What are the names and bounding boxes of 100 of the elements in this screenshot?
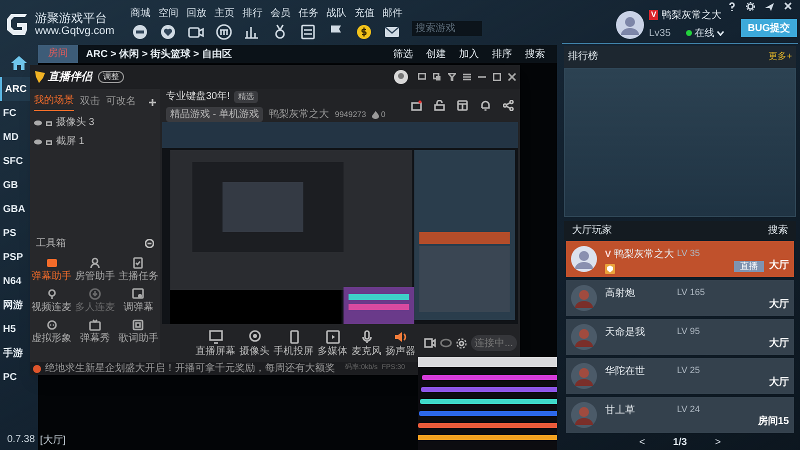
player-location: 房间15 — [758, 414, 789, 430]
close-icon[interactable] — [508, 73, 516, 81]
sidebar-item[interactable]: FC — [0, 101, 30, 125]
sidebar-item[interactable]: GBA — [0, 197, 30, 221]
category-tag[interactable]: 精品游戏 - 单机游戏 — [166, 107, 263, 122]
sidebar-item[interactable]: GB — [0, 173, 30, 197]
sidebar-item[interactable]: PS — [0, 221, 30, 245]
player-row[interactable]: 天命是我 LV 95 大厅 — [566, 319, 794, 356]
layout-icon[interactable] — [457, 100, 468, 111]
nav-link[interactable]: 会员 — [270, 8, 290, 20]
sidebar-item[interactable]: H5 — [0, 317, 30, 341]
player-name: 高射炮 — [605, 286, 635, 302]
unlock-icon[interactable] — [434, 100, 445, 111]
video-camera-icon[interactable] — [188, 24, 204, 40]
card-icon[interactable] — [300, 24, 316, 40]
home-icon[interactable] — [10, 55, 28, 71]
record-icon[interactable] — [424, 338, 436, 348]
sidebar-item[interactable]: N64 — [0, 269, 30, 293]
nav-link[interactable]: 充值 — [354, 8, 374, 20]
search-field[interactable]: 搜索游戏 — [412, 21, 482, 36]
nav-link[interactable]: 邮件 — [382, 8, 402, 20]
copy-icon[interactable] — [433, 73, 441, 81]
nav-link[interactable]: 排行 — [242, 8, 262, 20]
tool-button[interactable]: 视频连麦 — [30, 288, 74, 313]
tool-button[interactable]: 弹幕助手 — [30, 257, 74, 282]
monitor-icon — [208, 330, 223, 344]
nav-link[interactable]: 战队 — [326, 8, 346, 20]
previous-page-button[interactable]: < — [639, 435, 646, 450]
scene-tab[interactable]: 双击 — [80, 94, 100, 110]
player-row[interactable]: 高射炮 LV 165 大厅 — [566, 280, 794, 316]
coin-icon[interactable] — [356, 24, 372, 40]
toolbar-button[interactable]: 创建 — [426, 46, 446, 62]
nav-link[interactable]: 商城 — [130, 8, 150, 20]
maximize-icon[interactable] — [493, 73, 501, 81]
sidebar-item[interactable]: 网游 — [0, 293, 30, 317]
sidebar-item[interactable]: PC — [0, 365, 30, 389]
tool-button[interactable]: 房管助手 — [73, 257, 117, 282]
mail-icon[interactable] — [384, 24, 400, 40]
microphone-icon — [46, 288, 58, 300]
tool-button[interactable]: 虚拟形象 — [30, 319, 74, 344]
sidebar-item[interactable]: ARC — [0, 77, 30, 101]
plane-icon[interactable] — [765, 2, 774, 11]
tool-button[interactable]: 主播任务 — [116, 257, 160, 282]
next-page-button[interactable]: > — [714, 435, 721, 450]
message-icon[interactable] — [418, 73, 426, 81]
control-button[interactable]: 麦克风 — [352, 330, 382, 356]
popularity-count: 0 — [381, 108, 386, 120]
nav-link[interactable]: 回放 — [186, 8, 206, 20]
control-button[interactable]: 扬声器 — [386, 330, 416, 356]
close-icon[interactable] — [784, 2, 792, 10]
tool-button[interactable]: 调弹幕 — [116, 288, 160, 313]
sidebar-item[interactable]: PSP — [0, 245, 30, 269]
sidebar-item[interactable]: MD — [0, 125, 30, 149]
notice-text: 绝地求生新星企划盛大开启！开播可拿千元奖励，每周还有大额奖 — [45, 362, 335, 376]
player-level: LV 95 — [677, 325, 700, 338]
share-icon[interactable] — [503, 100, 514, 111]
filter-icon[interactable] — [448, 73, 456, 81]
source-item[interactable]: 截屏 1 — [56, 134, 84, 149]
section-title: 工具箱 — [36, 237, 66, 251]
toolbar-button[interactable]: 搜索 — [525, 46, 545, 62]
badge-icon[interactable] — [132, 24, 148, 40]
toolbar-button[interactable]: 排序 — [492, 46, 512, 62]
player-location: 大厅 — [769, 376, 789, 390]
control-button[interactable]: 多媒体 — [318, 330, 348, 356]
menu-icon[interactable] — [463, 73, 471, 81]
gift-icon[interactable] — [411, 100, 422, 111]
nav-link[interactable]: 空间 — [158, 8, 178, 20]
settings-icon[interactable] — [746, 2, 755, 11]
add-icon[interactable] — [149, 98, 156, 106]
toolbar-button[interactable]: 筛选 — [393, 46, 413, 62]
control-button[interactable]: 手机投屏 — [274, 330, 314, 356]
settings-icon[interactable] — [456, 338, 467, 348]
square-icon — [132, 319, 144, 331]
scene-tab[interactable]: 可改名 — [106, 94, 136, 110]
nav-link[interactable]: 任务 — [298, 8, 318, 20]
tool-button[interactable]: 弹幕秀 — [73, 319, 117, 344]
minimize-icon[interactable] — [478, 73, 486, 81]
status-dropdown[interactable]: 在线 — [694, 26, 724, 41]
scene-tab[interactable]: 我的场景 — [34, 93, 74, 111]
source-item[interactable]: 摄像头 3 — [56, 115, 94, 130]
control-button[interactable]: 直播屏幕 — [196, 330, 236, 356]
player-row[interactable]: 华陀在世 LV 25 大厅 — [566, 358, 794, 394]
bell-icon[interactable] — [480, 100, 491, 111]
search-button[interactable]: 搜索 — [768, 223, 788, 238]
help-icon[interactable] — [728, 2, 736, 11]
play-icon — [326, 330, 340, 344]
player-row[interactable]: V 鸭梨灰常之大 LV 35 直播 大厅 — [566, 241, 794, 278]
player-level: LV 25 — [677, 364, 700, 378]
sidebar-item[interactable]: SFC — [0, 149, 30, 173]
player-row[interactable]: 甘丄草 LV 24 房间15 — [566, 397, 794, 434]
bar-chart-icon[interactable] — [244, 24, 260, 40]
avatar-icon[interactable] — [394, 70, 408, 84]
control-button[interactable]: 摄像头 — [240, 330, 270, 356]
collapse-icon[interactable] — [145, 239, 154, 248]
toolbar-button[interactable]: 加入 — [459, 46, 479, 62]
nav-link[interactable]: 主页 — [214, 8, 234, 20]
more-link[interactable]: 更多+ — [768, 50, 792, 64]
page-indicator: 1/3 — [673, 436, 687, 450]
tool-button[interactable]: 歌词助手 — [116, 319, 160, 344]
sidebar-item[interactable]: 手游 — [0, 341, 30, 365]
